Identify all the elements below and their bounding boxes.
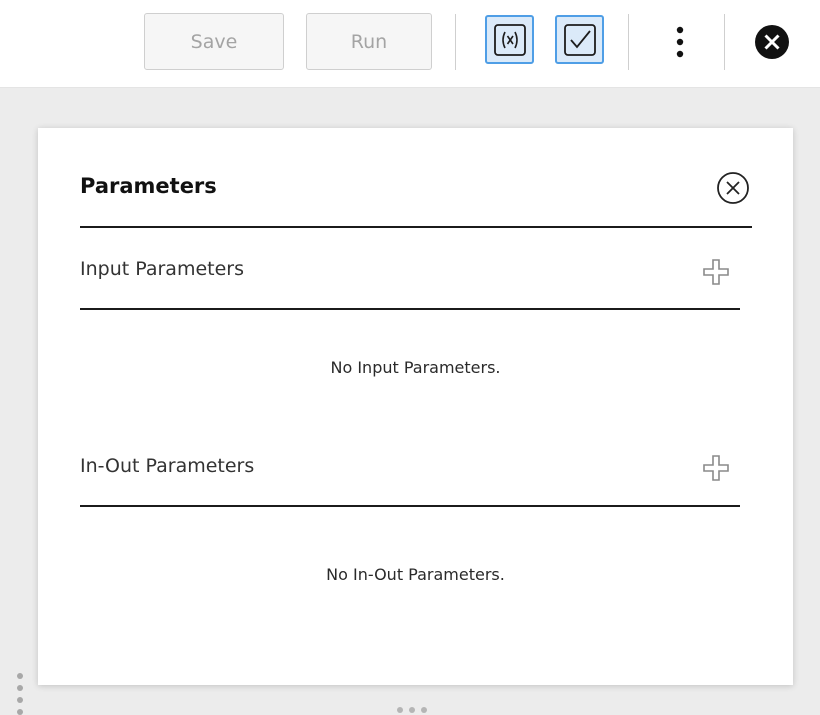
horizontal-resize-handle[interactable]: [394, 700, 434, 713]
parameters-panel: Parameters Input Parameters No Input Par…: [38, 128, 793, 685]
input-section-divider: [80, 308, 740, 310]
plus-icon: [703, 455, 729, 481]
drag-dots-vertical-icon: [17, 673, 23, 715]
plus-icon: [703, 259, 729, 285]
more-options-button[interactable]: [668, 22, 692, 62]
input-parameters-label: Input Parameters: [80, 258, 244, 280]
inout-section-divider: [80, 505, 740, 507]
checkbox-check-icon: [563, 23, 596, 56]
validate-button[interactable]: [555, 15, 604, 64]
toolbar-divider: [455, 14, 456, 70]
input-parameters-empty-message: No Input Parameters.: [330, 358, 501, 377]
run-button[interactable]: Run: [306, 13, 432, 70]
add-input-parameter-button[interactable]: [698, 254, 734, 290]
close-circle-filled-icon: [755, 25, 789, 59]
variables-button[interactable]: [485, 15, 534, 64]
close-circle-outline-icon: [717, 172, 749, 204]
add-inout-parameter-button[interactable]: [698, 450, 734, 486]
function-variable-icon: [493, 23, 526, 56]
save-button[interactable]: Save: [144, 13, 284, 70]
panel-title: Parameters: [80, 174, 217, 198]
top-toolbar: Save Run: [0, 0, 820, 88]
drag-dots-horizontal-icon: [397, 707, 427, 713]
vertical-resize-handle[interactable]: [16, 672, 24, 715]
close-panel-button[interactable]: [713, 168, 753, 208]
title-divider: [80, 226, 752, 228]
inout-parameters-label: In-Out Parameters: [80, 455, 255, 477]
app-page: Save Run Parameters Input Parameters No …: [0, 0, 820, 715]
vertical-ellipsis-icon: [676, 26, 684, 58]
toolbar-divider: [628, 14, 629, 70]
close-editor-button[interactable]: [752, 22, 792, 62]
toolbar-divider: [724, 14, 725, 70]
inout-parameters-empty-message: No In-Out Parameters.: [326, 565, 505, 584]
